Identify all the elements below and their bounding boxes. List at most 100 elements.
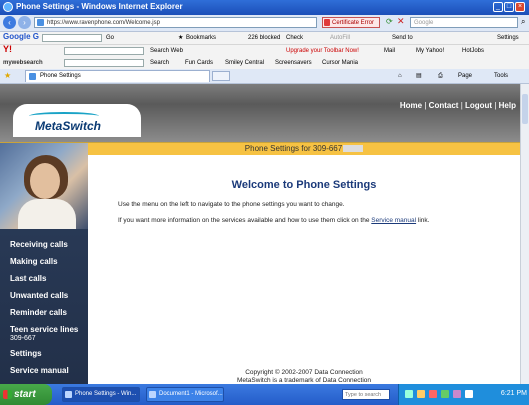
close-button[interactable]: ×: [515, 2, 525, 12]
nav-unwanted-calls[interactable]: Unwanted calls: [10, 291, 68, 300]
yahoo-logo[interactable]: Y!: [3, 45, 12, 54]
taskbar-search-input[interactable]: Type to search: [342, 389, 390, 400]
star-icon: ★: [178, 35, 184, 41]
site-header: MetaSwitch Home | Contact | Logout | Hel…: [0, 84, 520, 142]
mywebsearch-logo[interactable]: mywebsearch: [3, 59, 43, 67]
print-icon[interactable]: ⎙: [438, 72, 443, 80]
maximize-button[interactable]: □: [504, 2, 514, 12]
search-icon[interactable]: ⌕: [521, 17, 525, 27]
clock: 6:21 PM: [500, 390, 527, 397]
tray-misc-icon[interactable]: [465, 390, 473, 398]
back-button[interactable]: ‹: [3, 16, 16, 29]
google-search-input[interactable]: [42, 34, 102, 42]
taskbar: start Phone Settings - Win... Document1 …: [0, 384, 529, 405]
nav-reminder-calls[interactable]: Reminder calls: [10, 308, 67, 317]
system-tray: 6:21 PM: [398, 384, 529, 405]
minimize-button[interactable]: _: [493, 2, 503, 12]
nav-making-calls[interactable]: Making calls: [10, 257, 58, 266]
refresh-icon[interactable]: ⟳: [386, 17, 393, 26]
google-toolbar: Google G Go ★ Bookmarks 226 blocked Chec…: [0, 32, 529, 45]
tray-network-icon[interactable]: [405, 390, 413, 398]
left-nav: Receiving calls Making calls Last calls …: [0, 143, 88, 384]
link-separator: |: [494, 101, 497, 110]
link-separator: |: [424, 101, 427, 110]
screensavers-button[interactable]: Screensavers: [275, 59, 312, 67]
nav-receiving-calls[interactable]: Receiving calls: [10, 240, 68, 249]
stop-icon[interactable]: ✕: [397, 16, 405, 27]
phone-bar-text: Phone Settings for 309-667: [88, 144, 520, 153]
send-to-button[interactable]: Send to: [392, 34, 413, 42]
task-label-word: Document1 - Microsof...: [159, 391, 223, 397]
tray-volume-icon[interactable]: [441, 390, 449, 398]
google-logo[interactable]: Google G: [3, 33, 39, 41]
address-text: https://www.ravenphone.com/Welcome.jsp: [47, 20, 160, 26]
phone-bar-label: Phone Settings for 309-667: [244, 144, 343, 153]
woman-on-phone-photo: [0, 143, 88, 229]
page-content: MetaSwitch Home | Contact | Logout | Hel…: [0, 84, 520, 384]
tab-label: Phone Settings: [40, 73, 81, 79]
service-manual-link[interactable]: Service manual: [371, 217, 416, 224]
browser-window: Phone Settings - Windows Internet Explor…: [0, 0, 529, 405]
upgrade-link[interactable]: Upgrade your Toolbar Now!: [286, 47, 359, 55]
mail-button[interactable]: Mail: [384, 47, 395, 55]
smiley-central-button[interactable]: Smiley Central: [225, 59, 264, 67]
vertical-scrollbar[interactable]: [520, 84, 529, 384]
intro-text: Use the menu on the left to navigate to …: [118, 201, 345, 208]
nav-teen-label: Teen service lines: [10, 325, 79, 334]
photo-face: [30, 163, 60, 199]
nav-settings[interactable]: Settings: [10, 349, 42, 358]
tools-menu[interactable]: Tools: [494, 72, 508, 80]
search-input[interactable]: Google: [410, 17, 518, 28]
favorites-star-icon[interactable]: ★: [4, 71, 11, 80]
go-button[interactable]: Go: [106, 34, 114, 42]
top-links: Home | Contact | Logout | Help: [400, 101, 516, 110]
main-panel: Welcome to Phone Settings Use the menu o…: [88, 155, 520, 384]
bookmarks-button[interactable]: Bookmarks: [186, 34, 216, 42]
search-web-button[interactable]: Search Web: [150, 47, 183, 55]
nav-service-manual[interactable]: Service manual: [10, 366, 69, 375]
tray-app-icon[interactable]: [453, 390, 461, 398]
logout-link[interactable]: Logout: [465, 101, 492, 110]
start-button[interactable]: start: [0, 384, 52, 405]
windows-flag-icon: [3, 390, 12, 399]
popup-blocked-button[interactable]: 226 blocked: [248, 34, 280, 42]
feeds-icon[interactable]: ▤: [416, 72, 422, 80]
redacted-digits: [343, 145, 364, 152]
cursor-mania-button[interactable]: Cursor Mania: [322, 59, 358, 67]
page-menu[interactable]: Page: [458, 72, 472, 80]
certificate-error-button[interactable]: Certificate Error: [322, 17, 380, 28]
word-task-icon: [149, 391, 156, 398]
taskbar-item-ie[interactable]: Phone Settings - Win...: [62, 387, 140, 402]
certificate-label: Certificate Error: [332, 20, 375, 26]
home-icon[interactable]: ⌂: [398, 72, 402, 80]
copyright-text: Copyright © 2002-2007 Data Connection: [245, 369, 363, 376]
autofill-button[interactable]: AutoFill: [330, 34, 350, 42]
home-link[interactable]: Home: [400, 101, 422, 110]
address-input[interactable]: https://www.ravenphone.com/Welcome.jsp: [34, 17, 317, 28]
task-label-ie: Phone Settings - Win...: [75, 391, 137, 397]
help-text-suffix: link.: [417, 217, 430, 224]
yahoo-search-input[interactable]: [64, 47, 144, 55]
mywebsearch-input[interactable]: [64, 59, 144, 67]
page-icon: [37, 19, 44, 26]
my-yahoo-button[interactable]: My Yahoo!: [416, 47, 444, 55]
settings-button[interactable]: Settings: [497, 34, 519, 42]
nav-last-calls[interactable]: Last calls: [10, 274, 46, 283]
forward-button[interactable]: ›: [18, 16, 31, 29]
mws-search-button[interactable]: Search: [150, 59, 169, 67]
scrollbar-thumb[interactable]: [522, 94, 528, 124]
new-tab-button[interactable]: [212, 71, 230, 81]
hotjobs-button[interactable]: HotJobs: [462, 47, 484, 55]
tray-security-icon[interactable]: [417, 390, 425, 398]
help-link[interactable]: Help: [499, 101, 516, 110]
link-separator: |: [460, 101, 463, 110]
ie-task-icon: [65, 391, 72, 398]
tab-phone-settings[interactable]: Phone Settings: [25, 70, 210, 82]
fun-cards-button[interactable]: Fun Cards: [185, 59, 213, 67]
tray-alert-icon[interactable]: [429, 390, 437, 398]
logo-text: MetaSwitch: [35, 119, 102, 133]
nav-teen-service-lines[interactable]: Teen service lines 309-667: [10, 325, 78, 343]
check-button[interactable]: Check: [286, 34, 303, 42]
taskbar-item-word[interactable]: Document1 - Microsof...: [146, 387, 224, 402]
contact-link[interactable]: Contact: [429, 101, 459, 110]
